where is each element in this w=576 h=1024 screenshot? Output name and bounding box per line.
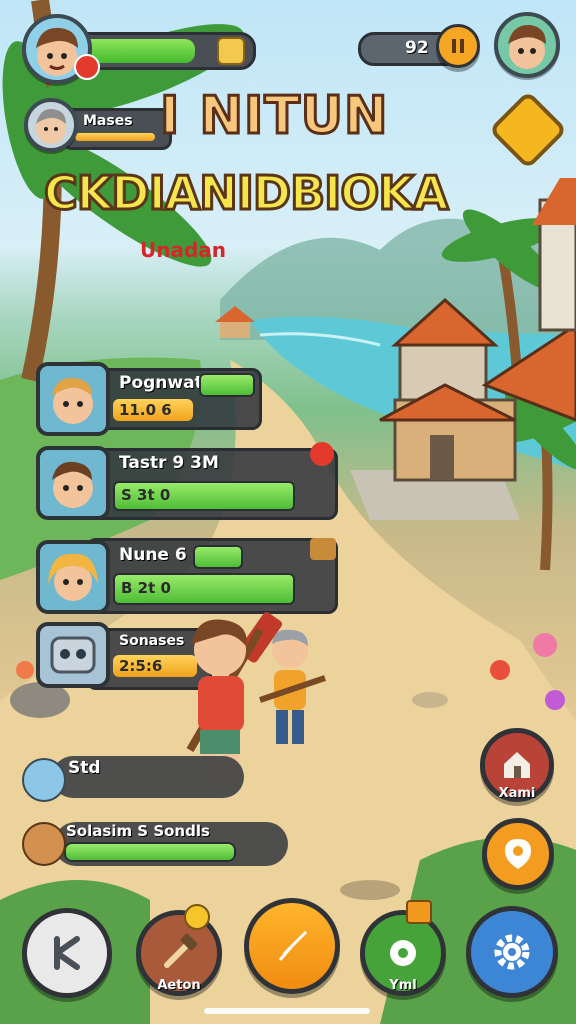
character-value: S 3t 0 [121, 486, 171, 504]
status-std: Std [52, 756, 244, 798]
thumbs-up-icon [184, 904, 210, 930]
status-name: Solasim S Sondls [66, 822, 210, 840]
character-value: B 2t 0 [121, 579, 171, 597]
character-card-1[interactable]: Pognwat 11.0 6 [86, 368, 262, 430]
secondary-player-panel: Mases [62, 108, 172, 150]
secondary-player-name: Mases [83, 113, 133, 129]
gear-badge-icon [390, 940, 416, 966]
character-bar [199, 373, 255, 397]
pause-button[interactable] [436, 24, 480, 68]
robot-face-icon [50, 636, 96, 674]
nav-play-button[interactable] [244, 898, 340, 994]
game-title-line1: I NITUN [159, 85, 390, 148]
nav-settings-button[interactable] [466, 906, 558, 998]
nav-item-label: Yml [389, 978, 417, 993]
character-name: Tastr 9 3M [119, 453, 219, 473]
cat-icon [22, 758, 66, 802]
home-indicator[interactable] [204, 1008, 370, 1014]
hammer-icon [164, 933, 198, 968]
character-avatar-4 [36, 622, 110, 688]
location-pin-icon [505, 839, 531, 869]
status-solasim: Solasim S Sondls [54, 822, 288, 866]
boy-face-icon [508, 24, 546, 69]
character-card-2[interactable]: Tastr 9 3M S 3t 0 [86, 448, 338, 520]
basket-icon [310, 538, 336, 560]
flower-icon [310, 442, 334, 466]
girl-face-icon [48, 553, 98, 601]
character-avatar-2 [36, 446, 110, 520]
status-bar [64, 842, 236, 862]
location-button[interactable] [482, 818, 554, 890]
game-screen: Mases 92 I NITUN CKDIANIDBIOKA Unadan Po… [0, 0, 576, 1024]
heart-icon [74, 54, 100, 80]
map-button-label: Xami [498, 786, 536, 801]
boy-face-icon [52, 461, 93, 508]
status-name: Std [68, 758, 101, 778]
character-bar [193, 545, 243, 569]
back-arrow-icon [54, 936, 80, 970]
character-value: 11.0 6 [119, 401, 172, 419]
game-subtitle: Unadan [140, 238, 227, 262]
dog-icon [22, 822, 66, 866]
secondary-player-avatar[interactable] [24, 98, 78, 152]
house-icon [504, 752, 530, 778]
new-badge-icon [406, 900, 432, 924]
character-avatar-1 [36, 362, 110, 436]
gear-icon [494, 934, 530, 970]
coin-count: 92 [405, 38, 429, 58]
nav-action-label: Aeton [157, 978, 201, 993]
game-title-line2: CKDIANIDBIOKA [43, 165, 451, 222]
nav-back-button[interactable] [22, 908, 112, 998]
compass-arrow-icon [278, 930, 308, 961]
gem-icon [217, 37, 245, 65]
secondary-player-bar [75, 133, 155, 141]
character-avatar-3 [36, 540, 110, 614]
character-value: 2:5:6 [119, 657, 163, 675]
blond-boy-face-icon [52, 377, 93, 424]
character-name: Pognwat [119, 373, 203, 393]
friend-avatar[interactable] [494, 12, 560, 78]
pause-icon [452, 39, 464, 53]
old-man-face-icon [36, 108, 66, 144]
